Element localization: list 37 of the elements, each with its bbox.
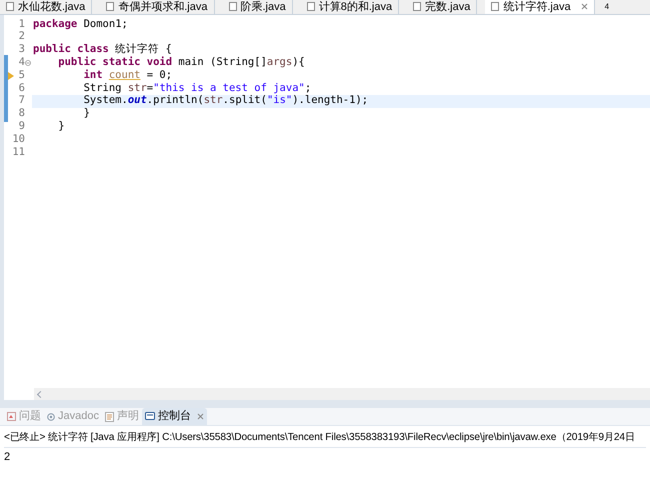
line-number: 2: [18, 29, 25, 44]
code-line: int count = 0;: [82, 69, 174, 82]
java-file-icon: [413, 2, 422, 11]
code-line: package Domon1;: [32, 18, 129, 31]
line-number: 9: [18, 118, 25, 134]
line-number: 4: [18, 54, 25, 70]
line-number: 7: [18, 93, 25, 108]
close-icon[interactable]: [580, 3, 588, 10]
close-icon[interactable]: [196, 413, 204, 420]
java-file-icon: [106, 2, 114, 11]
fold-icon[interactable]: [25, 60, 31, 66]
code-line: String str="this is a test of java";: [82, 82, 312, 95]
java-file-icon: [491, 2, 500, 11]
code-line: }: [57, 120, 66, 134]
line-number: 11: [12, 144, 25, 160]
line-number: 5: [18, 68, 25, 83]
java-file-icon: [306, 2, 315, 11]
line-number: 1: [18, 16, 25, 31]
console-output: 2: [4, 450, 12, 464]
line-number: 8: [18, 106, 25, 121]
document-icon: [104, 412, 114, 422]
java-file-icon: [6, 2, 14, 11]
line-number: 6: [18, 80, 25, 95]
horizontal-scrollbar[interactable]: [34, 388, 650, 400]
panel-tab[interactable]: 控制台: [142, 408, 207, 425]
code-line: }: [82, 108, 91, 120]
line-number: 10: [12, 132, 25, 147]
editor-tab[interactable]: 统计字符.java: [485, 0, 595, 14]
warning-icon[interactable]: [8, 72, 14, 80]
line-number: 3: [18, 42, 25, 57]
code-line: public static void main (String[]args){: [57, 56, 306, 70]
hidden-tab-count[interactable]: 4: [604, 0, 610, 14]
java-file-icon: [228, 2, 236, 11]
console-header: <已终止> 统计字符 [Java 应用程序] C:\Users\35583\Documents\Tencent Files\3558383193\FileRecv\eclipse\jre\bin\javaw.exe（2019年9月24日: [4, 431, 635, 445]
console-icon: [144, 412, 155, 421]
problems-icon: [7, 412, 16, 421]
code-line: public class 统计字符 {: [32, 44, 173, 56]
